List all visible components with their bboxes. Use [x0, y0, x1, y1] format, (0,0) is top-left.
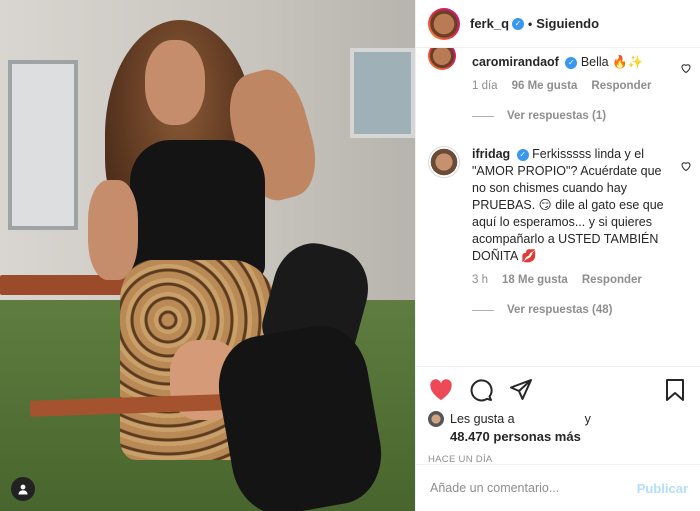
separator-dot: •: [528, 16, 533, 31]
likes-summary: Les gusta a y: [428, 411, 688, 427]
view-replies-button[interactable]: Ver respuestas (1): [416, 110, 700, 122]
verified-icon: ✓: [512, 17, 525, 30]
comment-item: ifridag ✓ Ferkisssss linda y el "AMOR PR…: [416, 146, 700, 286]
comment-username[interactable]: caromirandaof: [472, 55, 559, 69]
divider: [472, 115, 494, 117]
comment-like-heart-icon[interactable]: [680, 160, 692, 175]
bookmark-icon[interactable]: [662, 377, 688, 403]
comment-text: ifridag ✓ Ferkisssss linda y el "AMOR PR…: [472, 146, 668, 265]
comments-list: caromirandaof ✓ Bella 🔥✨ 1 día 96 Me gus…: [416, 48, 700, 366]
comment-body: Ferkisssss linda y el "AMOR PROPIO"? Acu…: [472, 147, 664, 263]
following-button[interactable]: Siguiendo: [536, 16, 599, 31]
comment-time[interactable]: 3 h: [472, 274, 488, 286]
view-replies-label: Ver respuestas (48): [507, 304, 613, 316]
view-replies-button[interactable]: Ver respuestas (48): [416, 304, 700, 316]
comment-meta: 1 día 96 Me gusta Responder: [472, 80, 668, 92]
comment-likes[interactable]: 18 Me gusta: [502, 274, 568, 286]
view-replies-label: Ver respuestas (1): [507, 110, 607, 122]
comment-like-heart-icon[interactable]: [680, 62, 692, 77]
action-icons-row: [428, 377, 688, 403]
comment-meta: 3 h 18 Me gusta Responder: [472, 274, 668, 286]
comment-input[interactable]: [430, 481, 637, 495]
post-actions: Les gusta a y 48.470 personas más HACE U…: [416, 366, 700, 465]
photo-window: [8, 60, 78, 230]
user-tag-icon[interactable]: [11, 477, 35, 501]
post-header: ferk_q ✓ • Siguiendo: [416, 0, 700, 48]
photo-window: [350, 48, 415, 138]
reply-button[interactable]: Responder: [591, 80, 651, 92]
share-icon[interactable]: [508, 377, 534, 403]
avatar[interactable]: [428, 8, 460, 40]
photo-person-face: [145, 40, 205, 125]
verified-icon: ✓: [565, 56, 578, 69]
comment-body: Bella 🔥✨: [580, 55, 644, 69]
comment-text: caromirandaof ✓ Bella 🔥✨: [472, 54, 668, 71]
add-comment-bar: Publicar: [416, 464, 700, 511]
photo-person-top: [130, 140, 265, 280]
comment-icon[interactable]: [468, 377, 494, 403]
avatar[interactable]: [428, 48, 456, 70]
comment-likes[interactable]: 96 Me gusta: [512, 80, 578, 92]
reply-button[interactable]: Responder: [582, 274, 642, 286]
likes-suffix: y: [584, 412, 591, 426]
avatar[interactable]: [428, 146, 460, 178]
post-author-username[interactable]: ferk_q: [470, 16, 509, 31]
avatar[interactable]: [428, 411, 444, 427]
divider: [472, 309, 494, 311]
photo-person-arm: [88, 180, 138, 280]
comment-time[interactable]: 1 día: [472, 80, 498, 92]
likes-count[interactable]: 48.470 personas más: [450, 429, 688, 444]
comment-username[interactable]: ifridag: [472, 147, 510, 161]
verified-icon: ✓: [516, 148, 529, 161]
likes-prefix: Les gusta a: [450, 412, 515, 426]
publish-button[interactable]: Publicar: [637, 481, 688, 496]
post-side-panel: ferk_q ✓ • Siguiendo caromirandaof ✓ Bel…: [415, 0, 700, 511]
post-photo[interactable]: [0, 0, 415, 511]
heart-icon[interactable]: [428, 377, 454, 403]
comment-item: caromirandaof ✓ Bella 🔥✨ 1 día 96 Me gus…: [416, 48, 700, 92]
